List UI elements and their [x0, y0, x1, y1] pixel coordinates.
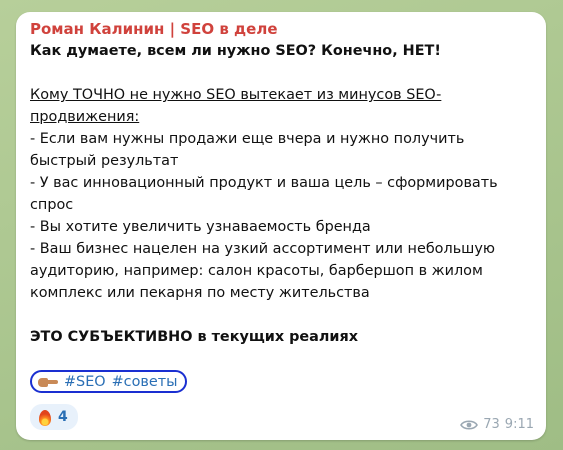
message-line: Как думаете, всем ли нужно SEO? Конечно,… — [30, 43, 441, 59]
message-text: Как думаете, всем ли нужно SEO? Конечно,… — [30, 40, 534, 348]
message-gap — [30, 304, 534, 326]
message-line: ЭТО СУБЪЕКТИВНО в текущих реалиях — [30, 329, 359, 345]
fire-icon — [38, 408, 52, 426]
view-count: 73 — [483, 417, 500, 432]
message-line: - Ваш бизнес нацелен на узкий ассортимен… — [30, 241, 495, 257]
message-time: 9:11 — [504, 417, 534, 432]
message-line: - Вы хотите увеличить узнаваемость бренд… — [30, 219, 371, 235]
message-line: - Если вам нужны продажи еще вчера и нуж… — [30, 131, 465, 147]
message-line: продвижения: — [30, 109, 140, 125]
message-line: Кому ТОЧНО не нужно SEO вытекает из мину… — [30, 87, 442, 103]
message-gap — [30, 62, 534, 84]
hashtags-row: #SEO #советы — [30, 370, 188, 393]
message-line: аудиторию, например: салон красоты, барб… — [30, 263, 483, 279]
message-bubble: Роман Калинин | SEO в деле Как думаете, … — [16, 12, 546, 440]
message-meta: 73 9:11 — [460, 417, 534, 432]
pointing-hand-icon — [38, 377, 58, 387]
message-line: спрос — [30, 197, 74, 213]
author-name[interactable]: Роман Калинин | SEO в деле — [30, 18, 534, 40]
hashtag-sovety[interactable]: #советы — [112, 374, 178, 390]
message-line: - У вас инновационный продукт и ваша цел… — [30, 175, 498, 191]
message-line: комплекс или пекарня по месту жительства — [30, 285, 370, 301]
hashtag-seo[interactable]: #SEO — [64, 374, 106, 390]
eye-icon — [460, 419, 479, 430]
reaction-button[interactable]: 4 — [30, 404, 78, 430]
reaction-count: 4 — [58, 409, 68, 425]
message-line: быстрый результат — [30, 153, 179, 169]
